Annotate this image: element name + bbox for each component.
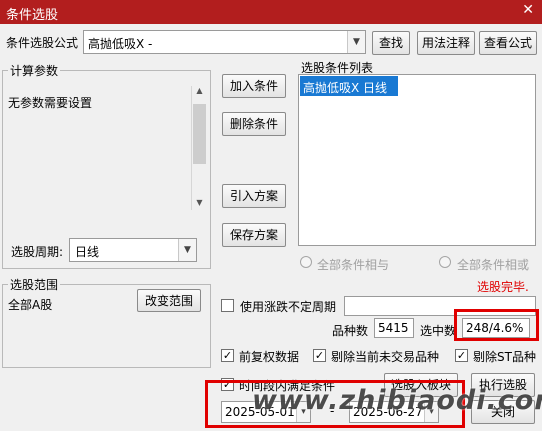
count-label: 品种数 bbox=[332, 324, 369, 338]
delete-condition-button[interactable]: 删除条件 bbox=[222, 112, 286, 136]
selected-label: 选中数 bbox=[420, 324, 457, 338]
watermark-text: www.zhibiaodi.com bbox=[252, 385, 542, 416]
close-icon[interactable]: ✕ bbox=[522, 2, 534, 18]
view-formula-button[interactable]: 查看公式 bbox=[479, 31, 537, 55]
change-range-button[interactable]: 改变范围 bbox=[137, 289, 201, 312]
scroll-thumb[interactable] bbox=[193, 104, 206, 164]
scroll-up-icon[interactable]: ▲ bbox=[193, 86, 206, 98]
range-value: 全部A股 bbox=[8, 298, 53, 312]
add-condition-button[interactable]: 加入条件 bbox=[222, 74, 286, 98]
all-and-radio[interactable] bbox=[300, 256, 312, 268]
save-plan-button[interactable]: 保存方案 bbox=[222, 223, 286, 247]
uncertain-period-checkbox[interactable] bbox=[221, 299, 234, 312]
title-bar: 条件选股 ✕ bbox=[0, 0, 542, 24]
exclude-st-checkbox[interactable]: ✓ bbox=[455, 349, 468, 362]
chevron-down-icon[interactable]: ▼ bbox=[347, 31, 365, 53]
formula-select[interactable]: 高抛低吸X - ▼ bbox=[83, 30, 366, 54]
all-and-label: 全部条件相与 bbox=[317, 258, 390, 272]
formula-label: 条件选股公式 bbox=[6, 36, 79, 50]
all-or-radio[interactable] bbox=[439, 256, 451, 268]
find-button[interactable]: 查找 bbox=[372, 31, 410, 55]
range-group-label: 选股范围 bbox=[8, 276, 61, 293]
params-text: 无参数需要设置 bbox=[8, 96, 93, 110]
exclude-untraded-label: 剔除当前未交易品种 bbox=[331, 350, 440, 364]
period-select[interactable]: 日线 ▼ bbox=[69, 238, 197, 262]
usage-notes-button[interactable]: 用法注释 bbox=[417, 31, 475, 55]
window-title: 条件选股 bbox=[6, 8, 59, 23]
formula-value: 高抛低吸X - bbox=[88, 37, 153, 51]
highlight-box-selected bbox=[454, 309, 539, 341]
prior-rights-label: 前复权数据 bbox=[239, 350, 300, 364]
exclude-untraded-checkbox[interactable]: ✓ bbox=[313, 349, 326, 362]
prior-rights-checkbox[interactable]: ✓ bbox=[221, 349, 234, 362]
uncertain-period-label: 使用涨跌不定周期 bbox=[240, 300, 337, 314]
all-or-label: 全部条件相或 bbox=[457, 258, 530, 272]
list-item[interactable]: 高抛低吸X 日线 bbox=[300, 76, 398, 96]
period-value: 日线 bbox=[75, 245, 100, 259]
exclude-st-label: 剔除ST品种 bbox=[473, 350, 536, 364]
status-text: 选股完毕. bbox=[477, 280, 529, 294]
period-label: 选股周期: bbox=[11, 245, 64, 259]
scroll-down-icon[interactable]: ▼ bbox=[193, 198, 206, 210]
chevron-down-icon[interactable]: ▼ bbox=[178, 239, 196, 261]
import-plan-button[interactable]: 引入方案 bbox=[222, 184, 286, 208]
params-group-label: 计算参数 bbox=[8, 62, 61, 79]
params-scrollbar[interactable]: ▲ ▼ bbox=[191, 86, 206, 210]
count-field: 5415 bbox=[374, 318, 414, 338]
condition-list[interactable]: 高抛低吸X 日线 bbox=[298, 74, 536, 246]
